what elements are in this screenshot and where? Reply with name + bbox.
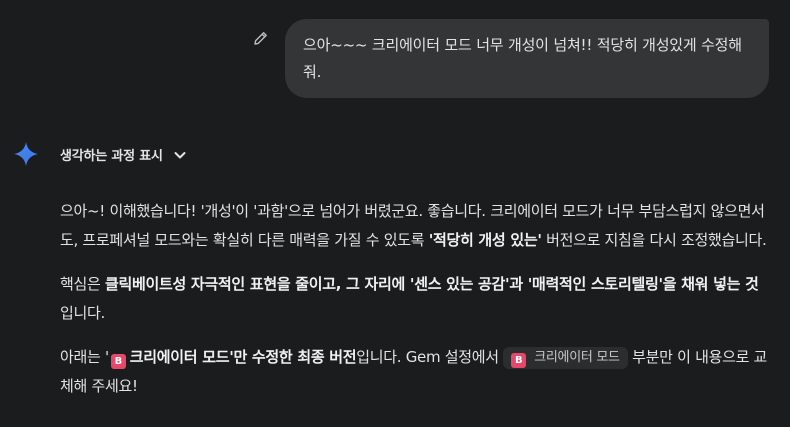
response-paragraph-1: 으아~! 이해했습니다! '개성'이 '과함'으로 넘어가 버렸군요. 좋습니다…	[60, 197, 772, 255]
p2-bold: 클릭베이트성 자극적인 표현을 줄이고, 그 자리에 '센스 있는 공감'과 '…	[104, 275, 759, 293]
response-paragraph-2: 핵심은 클릭베이트성 자극적인 표현을 줄이고, 그 자리에 '센스 있는 공감…	[60, 270, 772, 328]
b-badge-icon: B	[511, 353, 527, 368]
p3-text-c: 입니다. Gem 설정에서	[356, 348, 504, 366]
p2-text-a: 핵심은	[60, 275, 105, 293]
user-message-bubble: 으아~~~ 크리에이터 모드 너무 개성이 넘쳐!! 적당히 개성있게 수정해줘…	[285, 19, 769, 98]
thinking-label: 생각하는 과정 표시	[60, 148, 163, 164]
inline-code-chip: B 크리에이터 모드	[503, 347, 628, 369]
show-thinking-toggle[interactable]: 생각하는 과정 표시	[60, 143, 187, 165]
p2-text-c: 입니다.	[60, 304, 105, 322]
p1-bold: '적당히 개성 있는'	[428, 231, 542, 249]
assistant-response: 으아~! 이해했습니다! '개성'이 '과함'으로 넘어가 버렸군요. 좋습니다…	[60, 197, 772, 416]
pencil-icon[interactable]	[252, 29, 270, 47]
response-paragraph-3: 아래는 ' B 크리에이터 모드'만 수정한 최종 버전입니다. Gem 설정에서 …	[60, 343, 772, 401]
chip-label: 크리에이터 모드	[534, 350, 620, 365]
p3-text-a: 아래는 '	[60, 348, 109, 366]
p3-bold: 크리에이터 모드'만 수정한 최종 버전	[129, 348, 357, 366]
chat-view: 으아~~~ 크리에이터 모드 너무 개성이 넘쳐!! 적당히 개성있게 수정해줘…	[0, 0, 790, 427]
chevron-down-icon	[173, 147, 187, 161]
user-message-text: 으아~~~ 크리에이터 모드 너무 개성이 넘쳐!! 적당히 개성있게 수정해줘…	[303, 36, 742, 81]
b-badge-icon: B	[110, 354, 126, 369]
gemini-sparkle-icon	[13, 141, 39, 167]
p1-text-c: 버전으로 지침을 다시 조정했습니다.	[541, 231, 767, 249]
